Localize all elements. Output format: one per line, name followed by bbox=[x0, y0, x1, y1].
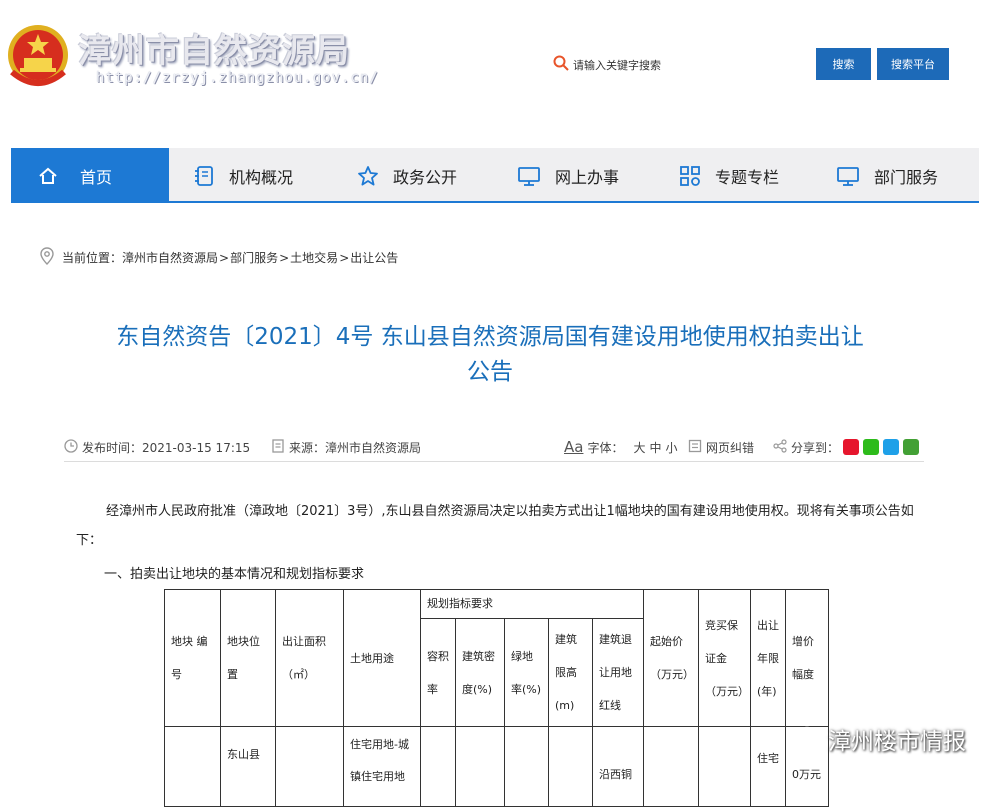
nav-label: 政务公开 bbox=[393, 167, 458, 187]
breadcrumb-link[interactable]: 部门服务 bbox=[230, 249, 278, 266]
table-cell: 住宅 bbox=[750, 726, 787, 807]
header-cell: 出让面积（㎡） bbox=[275, 589, 344, 727]
header-cell: 地块 编号 bbox=[164, 589, 221, 727]
share-icon bbox=[773, 438, 787, 456]
header-cell: 容积率 bbox=[420, 618, 456, 727]
nav-label: 网上办事 bbox=[555, 167, 620, 187]
search-input[interactable]: 请输入关键字搜索 bbox=[573, 57, 661, 73]
source-icon bbox=[271, 438, 285, 456]
location-pin-icon bbox=[40, 247, 54, 268]
header-cell: 土地用途 bbox=[343, 589, 421, 727]
table-cell bbox=[455, 726, 505, 807]
share-label: 分享到： bbox=[791, 440, 840, 455]
share-bar: 分享到： bbox=[773, 437, 920, 457]
table-cell bbox=[420, 726, 456, 807]
table-cell: 东山县 bbox=[220, 726, 276, 807]
main-nav: 首页 机构概况 政务公开 网上办事 专题专栏 部门服务 bbox=[11, 148, 979, 203]
breadcrumb-link[interactable]: 漳州市自然资源局 bbox=[122, 249, 218, 266]
breadcrumb-link[interactable]: 土地交易 bbox=[290, 249, 338, 266]
douban-icon[interactable] bbox=[903, 439, 920, 455]
title-line: 东自然资告〔2021〕4号 东山县自然资源局国有建设用地使用权拍卖出让 bbox=[116, 324, 864, 350]
table-cell bbox=[504, 726, 549, 807]
header-cell: 规划指标要求 bbox=[419, 589, 645, 619]
weibo-icon[interactable] bbox=[843, 439, 860, 455]
nav-item-public[interactable]: 政务公开 bbox=[357, 148, 457, 203]
parcel-table: 地块 编号 地块位置 出让面积（㎡） 土地用途 规划指标要求 起始价（万元） 竞… bbox=[164, 589, 830, 807]
publish-time: 发布时间：2021-03-15 17:15 bbox=[64, 437, 250, 457]
font-size-control: Aa 字体： 大 中 小 bbox=[564, 437, 678, 457]
search-icon bbox=[553, 55, 569, 75]
header-cell: 地块位置 bbox=[220, 589, 276, 727]
article-title: 东自然资告〔2021〕4号 东山县自然资源局国有建设用地使用权拍卖出让 公告 bbox=[60, 320, 920, 390]
header-cell: 竞买保证金（万元） bbox=[698, 589, 752, 727]
header-cell: 建筑密度(%) bbox=[455, 618, 505, 727]
table-cell bbox=[164, 726, 221, 807]
search-button[interactable]: 搜索 bbox=[816, 48, 871, 80]
correction-link[interactable]: 网页纠错 bbox=[688, 437, 754, 457]
font-large[interactable]: 大 bbox=[633, 439, 645, 456]
breadcrumb-prefix: 当前位置： bbox=[62, 251, 123, 265]
font-medium[interactable]: 中 bbox=[649, 439, 661, 456]
document-icon bbox=[193, 165, 215, 187]
nav-label: 首页 bbox=[80, 167, 113, 187]
breadcrumb-separator: > bbox=[339, 250, 350, 265]
nav-underline bbox=[11, 201, 979, 203]
table-cell: 住宅用地-城镇住宅用地 bbox=[343, 726, 421, 807]
star-icon bbox=[357, 165, 379, 187]
national-emblem-logo bbox=[6, 22, 70, 90]
monitor-icon bbox=[517, 165, 541, 187]
breadcrumb-separator: > bbox=[279, 250, 290, 265]
wechat-icon bbox=[798, 726, 822, 752]
font-small[interactable]: 小 bbox=[666, 439, 678, 456]
nav-item-dept-service[interactable]: 部门服务 bbox=[836, 148, 938, 203]
search-platform-button[interactable]: 搜索平台 bbox=[877, 48, 949, 80]
watermark-text: 漳州楼市情报 bbox=[828, 729, 966, 755]
breadcrumb-link[interactable]: 出让公告 bbox=[350, 249, 398, 266]
nav-item-home[interactable]: 首页 bbox=[11, 148, 169, 203]
nav-label: 专题专栏 bbox=[715, 167, 780, 187]
table-cell bbox=[643, 726, 700, 807]
header-cell: 出让年限(年) bbox=[750, 589, 787, 727]
meta-divider bbox=[64, 461, 924, 462]
table-cell: 沿西铜 bbox=[591, 726, 645, 807]
source: 来源：漳州市自然资源局 bbox=[271, 437, 421, 457]
table-cell bbox=[698, 726, 752, 807]
header-cell: 起始价（万元） bbox=[643, 589, 700, 727]
header-cell: 增价幅度 bbox=[785, 589, 830, 727]
nav-item-about[interactable]: 机构概况 bbox=[193, 148, 293, 203]
monitor-icon bbox=[836, 165, 860, 187]
nav-item-online-service[interactable]: 网上办事 bbox=[517, 148, 619, 203]
correction-text: 网页纠错 bbox=[706, 440, 755, 455]
table-cell bbox=[548, 726, 593, 807]
section-heading: 一、拍卖出让地块的基本情况和规划指标要求 bbox=[104, 567, 365, 582]
breadcrumb: 当前位置： 漳州市自然资源局 > 部门服务 > 土地交易 > 出让公告 bbox=[40, 247, 398, 268]
correction-icon bbox=[688, 439, 702, 456]
wechat-watermark: 漳州楼市情报 bbox=[798, 722, 966, 756]
article-meta: 发布时间：2021-03-15 17:15 来源：漳州市自然资源局 Aa 字体：… bbox=[64, 437, 924, 459]
home-icon bbox=[38, 166, 58, 186]
search-box[interactable]: 请输入关键字搜索 bbox=[553, 55, 661, 75]
publish-time-text: 发布时间：2021-03-15 17:15 bbox=[82, 440, 251, 455]
source-text: 来源：漳州市自然资源局 bbox=[289, 440, 422, 455]
site-name: 漳州市自然资源局 bbox=[78, 31, 350, 70]
clock-icon bbox=[64, 438, 78, 456]
site-url: http://zrzyj.zhangzhou.gov.cn/ bbox=[96, 70, 379, 86]
table-row: 东山县 住宅用地-城镇住宅用地 沿西铜 住宅 0万元 bbox=[164, 726, 830, 807]
nav-label: 机构概况 bbox=[229, 167, 294, 187]
table-header-row: 地块 编号 地块位置 出让面积（㎡） 土地用途 规划指标要求 起始价（万元） 竞… bbox=[164, 589, 830, 727]
breadcrumb-separator: > bbox=[219, 250, 230, 265]
title-line: 公告 bbox=[467, 359, 513, 385]
wechat-icon[interactable] bbox=[863, 439, 880, 455]
grid-icon bbox=[679, 165, 701, 187]
intro-paragraph: 经漳州市人民政府批准（漳政地〔2021〕3号）,东山县自然资源局决定以拍卖方式出… bbox=[76, 504, 914, 548]
table-cell bbox=[275, 726, 344, 807]
qq-icon[interactable] bbox=[883, 439, 900, 455]
nav-label: 部门服务 bbox=[874, 167, 939, 187]
header-cell: 建筑限高(m) bbox=[548, 618, 593, 727]
header-cell: 绿地率(%) bbox=[504, 618, 549, 727]
nav-item-special[interactable]: 专题专栏 bbox=[679, 148, 779, 203]
font-aa-icon: Aa bbox=[564, 438, 584, 456]
font-label: 字体： bbox=[587, 440, 624, 455]
header-cell: 建筑退让用地红线 bbox=[591, 618, 645, 727]
